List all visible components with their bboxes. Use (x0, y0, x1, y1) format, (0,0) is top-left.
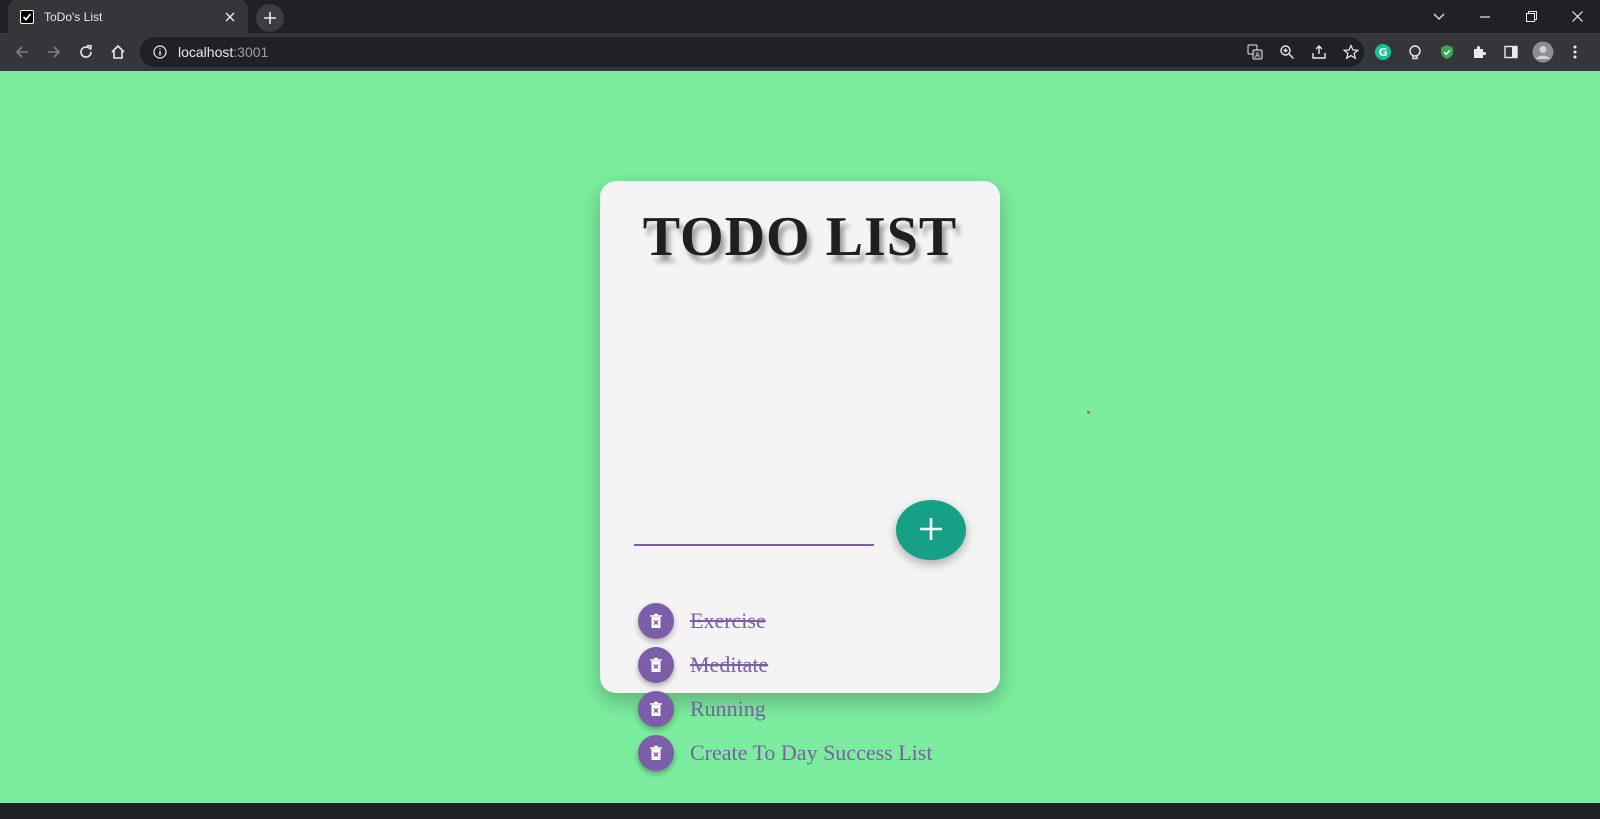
translate-icon[interactable]: A (1242, 39, 1268, 65)
reload-icon[interactable] (73, 39, 99, 65)
svg-text:G: G (1379, 46, 1388, 59)
forward-arrow-icon[interactable] (41, 39, 67, 65)
delete-todo-button[interactable] (638, 691, 674, 727)
tab-title: ToDo's List (44, 9, 103, 24)
todo-item: Meditate (638, 643, 932, 687)
bookmark-star-icon[interactable] (1338, 39, 1364, 65)
todo-item-text[interactable]: Meditate (690, 652, 768, 678)
extensions-puzzle-icon[interactable] (1466, 39, 1492, 65)
delete-todo-button[interactable] (638, 735, 674, 771)
shield-extension-icon[interactable] (1434, 39, 1460, 65)
todo-input[interactable] (634, 516, 874, 546)
restore-window-icon[interactable] (1508, 0, 1554, 33)
back-arrow-icon[interactable] (9, 39, 35, 65)
todo-item-text[interactable]: Create To Day Success List (690, 740, 932, 766)
todo-item-text[interactable]: Running (690, 696, 766, 722)
trash-icon (649, 745, 663, 761)
cursor-dot (1087, 411, 1090, 414)
site-info-icon[interactable] (152, 44, 168, 60)
add-todo-button[interactable] (896, 500, 966, 560)
url-text: localhost:3001 (178, 44, 269, 60)
browser-toolbar: localhost:3001 A G (0, 33, 1600, 71)
browser-tab[interactable]: ToDo's List (8, 0, 248, 33)
minimize-window-icon[interactable] (1462, 0, 1508, 33)
todo-list: Exercise Meditate Running Create To Day Suc… (638, 599, 932, 775)
grammarly-extension-icon[interactable]: G (1370, 39, 1396, 65)
page-title: TODO LIST (642, 206, 958, 268)
profile-avatar-icon[interactable] (1530, 39, 1556, 65)
zoom-icon[interactable] (1274, 39, 1300, 65)
share-icon[interactable] (1306, 39, 1332, 65)
trash-icon (649, 657, 663, 673)
todo-item: Create To Day Success List (638, 731, 932, 775)
side-panel-icon[interactable] (1498, 39, 1524, 65)
new-tab-button[interactable] (256, 4, 284, 32)
home-icon[interactable] (105, 39, 131, 65)
taskbar-strip (0, 803, 1600, 819)
todo-item: Exercise (638, 599, 932, 643)
close-tab-icon[interactable] (222, 9, 238, 25)
checkbox-favicon-icon (20, 9, 34, 24)
tab-search-chevron-icon[interactable] (1416, 0, 1462, 33)
lightbulb-extension-icon[interactable] (1402, 39, 1428, 65)
trash-icon (649, 701, 663, 717)
todo-item-text[interactable]: Exercise (690, 608, 766, 634)
todo-item: Running (638, 687, 932, 731)
svg-text:A: A (1255, 52, 1260, 60)
delete-todo-button[interactable] (638, 647, 674, 683)
delete-todo-button[interactable] (638, 603, 674, 639)
close-window-icon[interactable] (1554, 0, 1600, 33)
browser-tab-strip: ToDo's List (0, 0, 1600, 33)
plus-icon (918, 516, 944, 545)
todo-card: TODO LIST Exercise Meditate Running Create … (600, 181, 1000, 771)
trash-icon (649, 613, 663, 629)
browser-menu-kebab-icon[interactable] (1562, 39, 1588, 65)
address-bar[interactable]: localhost:3001 A (140, 37, 1364, 67)
